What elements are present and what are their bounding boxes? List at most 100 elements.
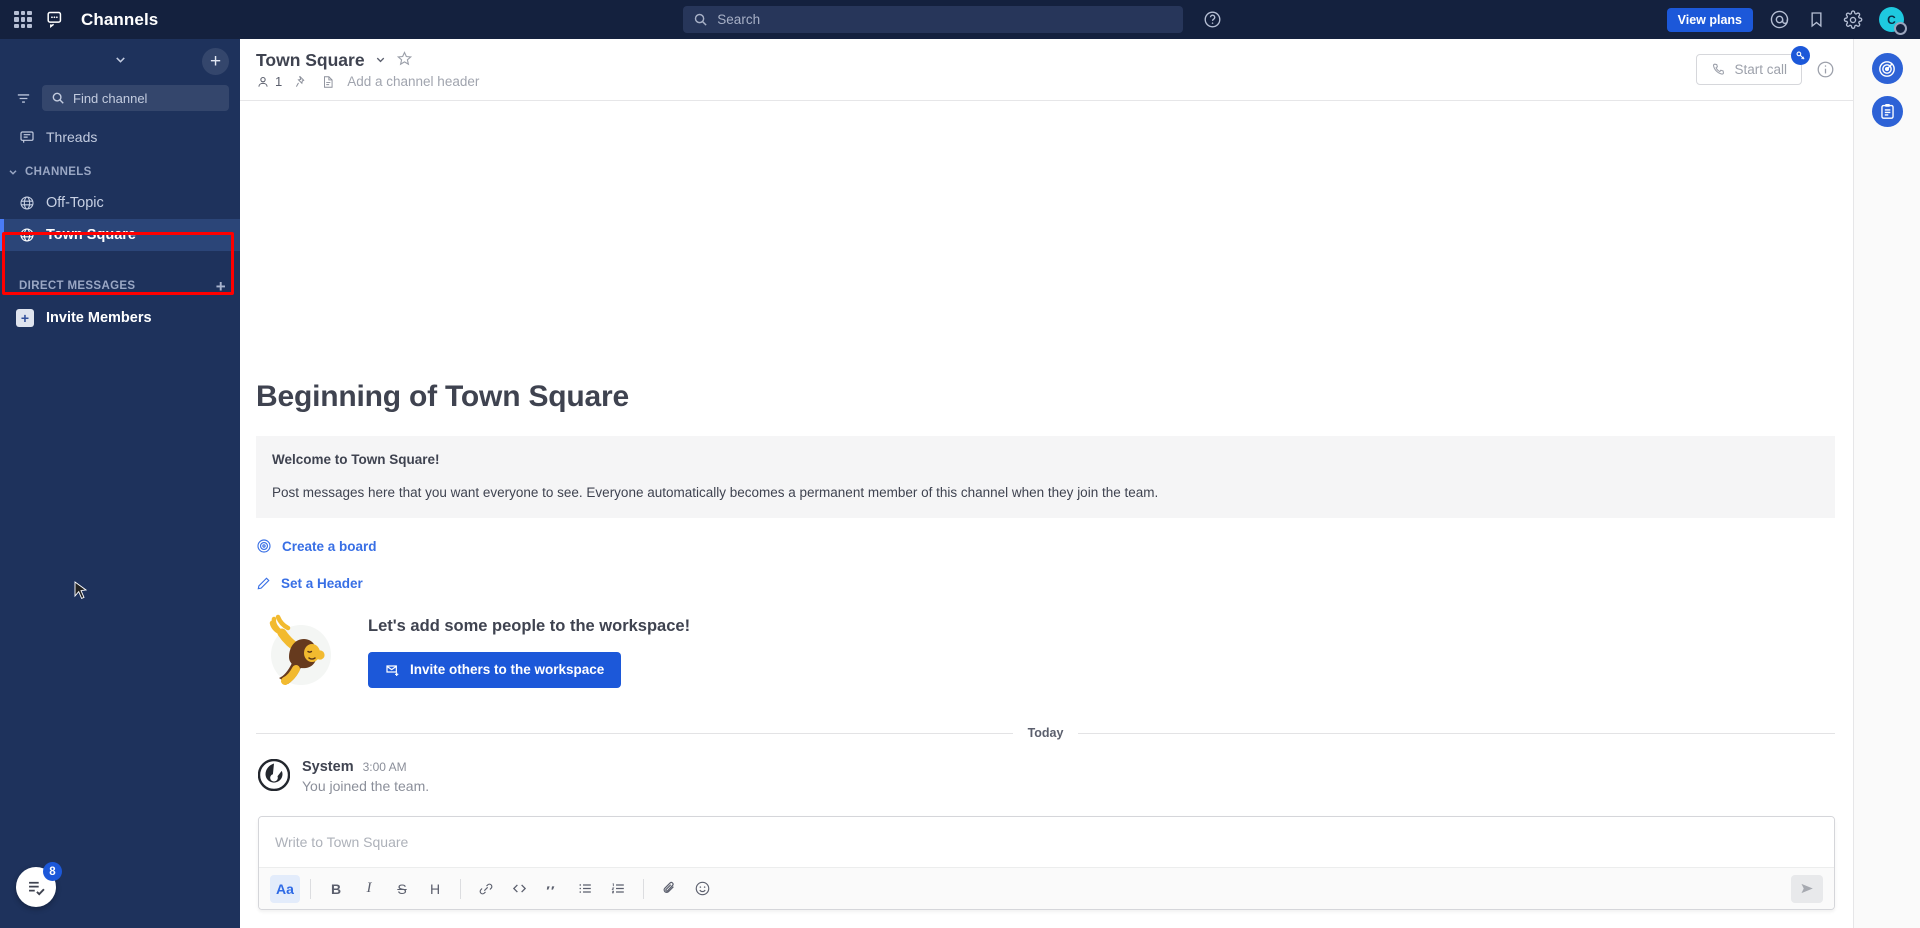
welcome-panel: Welcome to Town Square! Post messages he… (256, 436, 1835, 518)
channel-title-block: Town Square 1 Add a channel header (256, 50, 479, 89)
search-placeholder: Search (717, 12, 761, 27)
sidebar-category-direct-messages[interactable]: DIRECT MESSAGES + (0, 271, 240, 301)
product-name: Channels (81, 9, 159, 29)
italic-button[interactable]: I (354, 875, 384, 903)
mouse-cursor (74, 581, 88, 599)
plus-box-icon: + (16, 309, 34, 327)
file-icon[interactable] (321, 75, 335, 89)
quote-button[interactable] (537, 875, 567, 903)
info-circle-icon[interactable] (1816, 60, 1835, 79)
invite-button-label: Invite others to the workspace (410, 662, 605, 677)
channel-subheader-row: 1 Add a channel header (256, 74, 479, 89)
find-channel-input[interactable]: Find channel (42, 85, 229, 111)
link-icon (478, 881, 494, 897)
date-divider-label[interactable]: Today (1013, 725, 1079, 741)
channel-header-actions: Start call (1696, 46, 1835, 85)
global-header-center: Search (240, 6, 1667, 33)
boards-button[interactable] (1871, 96, 1903, 127)
board-target-icon (256, 538, 272, 554)
apps-grid-icon[interactable] (14, 10, 32, 29)
member-count: 1 (275, 74, 283, 89)
sidebar-item-label: Invite Members (46, 310, 152, 326)
sidebar-category-channels[interactable]: CHANNELS (0, 157, 240, 187)
strikethrough-button[interactable]: S (387, 875, 417, 903)
onboarding-checklist-button[interactable]: 8 (16, 862, 62, 907)
send-icon (1799, 880, 1816, 897)
phone-icon (1711, 62, 1726, 77)
sidebar: + Find channel Threads CHANNELS Off-Topi… (0, 39, 240, 928)
message-author[interactable]: System (302, 759, 354, 775)
channel-intro: Beginning of Town Square Welcome to Town… (240, 380, 1853, 725)
message-input[interactable]: Write to Town Square (259, 817, 1834, 867)
message-meta: System 3:00 AM (302, 759, 429, 775)
at-mention-icon[interactable] (1768, 9, 1790, 31)
welcome-title: Welcome to Town Square! (272, 452, 440, 467)
channel-view: Town Square 1 Add a channel header Start… (240, 39, 1853, 928)
bullet-list-icon (577, 880, 594, 897)
help-circle-icon[interactable] (1201, 9, 1223, 31)
app-bar (1853, 39, 1920, 928)
code-button[interactable] (504, 875, 534, 903)
intro-link-label: Create a board (282, 538, 377, 554)
category-label: DIRECT MESSAGES (19, 280, 136, 292)
bookmark-icon[interactable] (1805, 9, 1827, 31)
message-text: You joined the team. (302, 778, 430, 794)
create-a-board-link[interactable]: Create a board (256, 538, 1835, 554)
channel-title-row: Town Square (256, 50, 479, 71)
message-body: System 3:00 AM You joined the team. (302, 759, 429, 794)
start-call-button[interactable]: Start call (1696, 46, 1810, 85)
divider-line-left (256, 732, 1013, 734)
page-title: Beginning of Town Square (256, 380, 629, 413)
composer-wrapper: Write to Town Square Aa B I S H (240, 816, 1853, 928)
key-icon (1791, 46, 1810, 65)
formatting-toggle-button[interactable]: Aa (270, 874, 300, 903)
channel-header: Town Square 1 Add a channel header Start… (240, 39, 1853, 101)
search-input[interactable]: Search (683, 6, 1184, 33)
invite-prompt: Let's add some people to the workspace! (368, 616, 691, 635)
bold-button[interactable]: B (321, 875, 351, 903)
message-timestamp[interactable]: 3:00 AM (363, 760, 407, 774)
find-channel-placeholder: Find channel (73, 90, 148, 106)
sidebar-item-threads[interactable]: Threads (0, 121, 240, 153)
playbooks-button[interactable] (1871, 53, 1903, 84)
star-outline-icon[interactable] (396, 50, 413, 71)
sidebar-item-off-topic[interactable]: Off-Topic (0, 187, 240, 219)
sidebar-item-invite-members[interactable]: + Invite Members (0, 301, 240, 335)
formatting-toolbar: Aa B I S H (259, 867, 1834, 909)
link-button[interactable] (471, 875, 501, 903)
invite-people-text-block: Let's add some people to the workspace! … (368, 617, 690, 688)
numbered-list-button[interactable] (603, 875, 633, 903)
paperclip-icon (661, 880, 678, 897)
global-header: Channels Search View plans C (0, 0, 1920, 39)
channel-members-button[interactable]: 1 (256, 74, 282, 89)
emoji-button[interactable] (687, 875, 717, 903)
welcome-body: Post messages here that you want everyon… (272, 485, 1159, 500)
invite-others-button[interactable]: Invite others to the workspace (368, 651, 622, 688)
toolbar-divider (643, 878, 644, 899)
start-call-label: Start call (1734, 62, 1787, 77)
chevron-down-icon[interactable] (374, 53, 387, 69)
search-icon (51, 91, 65, 105)
avatar-status-indicator (1894, 22, 1907, 35)
sidebar-item-label: Off-Topic (46, 195, 104, 211)
sidebar-item-label: Town Square (46, 227, 136, 243)
pin-icon[interactable] (294, 74, 309, 89)
set-a-header-link[interactable]: Set a Header (256, 576, 1835, 591)
plus-icon[interactable]: + (216, 278, 226, 295)
attachment-button[interactable] (654, 875, 684, 903)
send-message-button[interactable] (1791, 874, 1823, 903)
avatar[interactable]: C (1879, 7, 1907, 35)
mattermost-logo-icon (258, 759, 290, 791)
heading-button[interactable]: H (420, 875, 450, 903)
filter-icon[interactable] (10, 85, 36, 111)
channel-name[interactable]: Town Square (256, 50, 365, 71)
threads-icon (19, 129, 35, 145)
chevron-down-icon[interactable] (113, 52, 128, 70)
browse-or-create-channel-button[interactable]: + (202, 48, 229, 75)
add-channel-header-link[interactable]: Add a channel header (347, 74, 479, 89)
gear-icon[interactable] (1842, 9, 1864, 31)
view-plans-button[interactable]: View plans (1666, 7, 1753, 32)
message-list[interactable]: Beginning of Town Square Welcome to Town… (240, 101, 1853, 928)
sidebar-item-town-square[interactable]: Town Square (0, 219, 240, 251)
bulleted-list-button[interactable] (570, 875, 600, 903)
